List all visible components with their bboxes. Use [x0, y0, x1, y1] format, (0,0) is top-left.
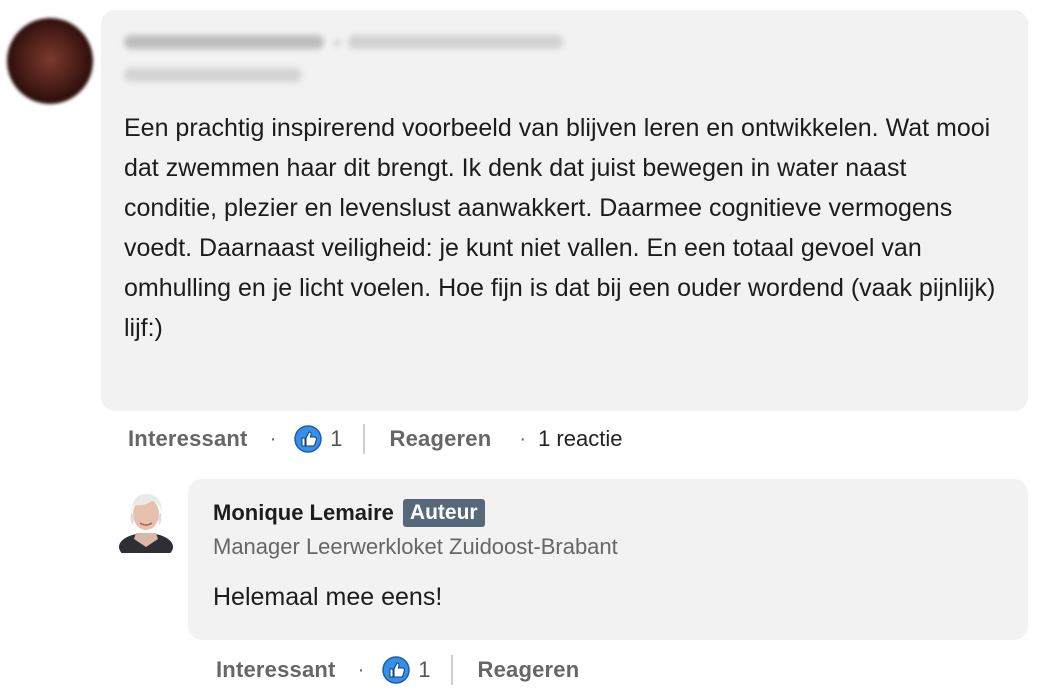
action-divider [450, 655, 453, 685]
commenter-headline-redacted [124, 68, 302, 82]
action-separator: · [269, 427, 277, 450]
commenter-connection-redacted [348, 35, 563, 49]
reply-actions: Interessant · 1 Reageren [216, 654, 579, 686]
commenter-separator-redacted [334, 40, 340, 46]
reply-author-headline: Manager Leerwerkloket Zuidoost-Brabant [213, 534, 618, 559]
reply-button[interactable]: Reageren [390, 426, 492, 452]
reaction-count[interactable]: 1 [418, 657, 430, 683]
commenter-avatar[interactable] [7, 18, 93, 104]
reply-author-row: Monique Lemaire Auteur [213, 499, 485, 527]
like-button[interactable]: Interessant [216, 657, 336, 683]
reaction-count[interactable]: 1 [330, 426, 342, 452]
comment-text: Een prachtig inspirerend voorbeeld van b… [124, 114, 996, 342]
action-separator: · [357, 658, 365, 681]
like-button[interactable]: Interessant [128, 426, 248, 452]
like-thumb-icon[interactable] [294, 425, 323, 453]
commenter-name-redacted[interactable] [124, 35, 324, 49]
action-divider [362, 424, 365, 454]
reply-author-name[interactable]: Monique Lemaire [213, 500, 394, 526]
reply-count-link[interactable]: 1 reactie [538, 426, 622, 452]
reply-button[interactable]: Reageren [478, 657, 580, 683]
reply-author-avatar[interactable] [117, 487, 175, 561]
like-thumb-icon[interactable] [382, 656, 411, 684]
reply-text: Helemaal mee eens! [213, 583, 443, 611]
author-badge: Auteur [402, 499, 485, 527]
action-separator: · [519, 427, 527, 450]
comment-actions: Interessant · 1 Reageren · 1 reactie [128, 423, 622, 455]
